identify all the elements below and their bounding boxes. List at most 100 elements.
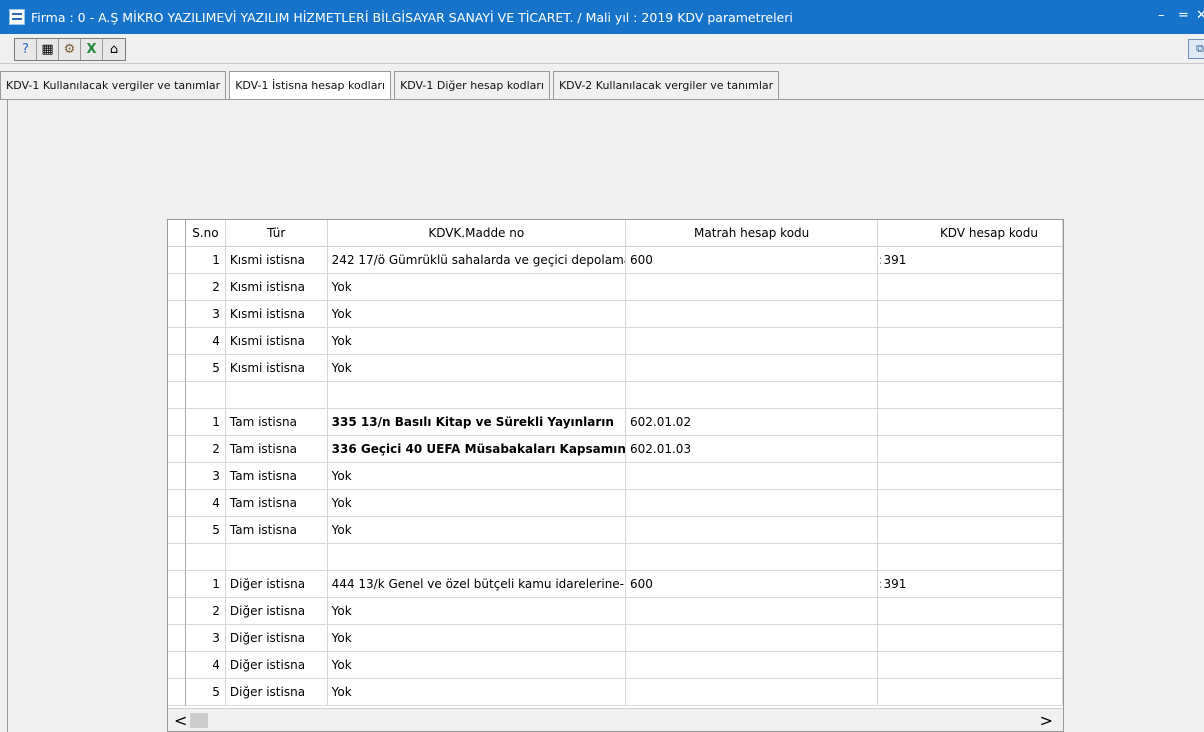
cell-kdvk[interactable] [327,544,626,571]
col-header-kdvk[interactable]: KDVK.Madde no [327,220,626,247]
cell-matrah[interactable] [626,490,879,517]
cell-sno[interactable]: 2 [185,436,226,463]
horizontal-scrollbar[interactable]: < > [168,708,1063,731]
table-row[interactable]: 4 Tam istisna Yok [168,490,1063,517]
cell-kdv[interactable]: :391 [878,247,1063,274]
cell-kdv[interactable] [878,625,1063,652]
cell-kdv[interactable] [878,301,1063,328]
cell-kdvk[interactable]: Yok [327,625,626,652]
cell-kdv[interactable] [878,463,1063,490]
scroll-right-icon[interactable]: > [1040,711,1053,730]
cell-matrah[interactable] [626,301,879,328]
maximize-button[interactable]: = [1178,9,1189,23]
cell-kdv[interactable] [878,409,1063,436]
cell-matrah[interactable]: 600 [626,247,879,274]
cell-sno[interactable]: 2 [185,274,226,301]
table-row[interactable]: 3 Diğer istisna Yok [168,625,1063,652]
cell-kdv[interactable]: :391 [878,571,1063,598]
cell-sno[interactable]: 5 [185,355,226,382]
table-row[interactable]: 5 Tam istisna Yok [168,517,1063,544]
cell-matrah[interactable] [626,652,879,679]
cell-sno[interactable]: 3 [185,463,226,490]
cell-kdv[interactable] [878,490,1063,517]
user-icon[interactable]: ⚙ [59,39,81,60]
table-row[interactable]: 5 Diğer istisna Yok [168,679,1063,706]
table-row[interactable]: 1 Diğer istisna 444 13/k Genel ve özel büt… [168,571,1063,598]
table-row[interactable]: 3 Kısmi istisna Yok [168,301,1063,328]
cell-sno[interactable]: 2 [185,598,226,625]
close-button[interactable]: ✕ [1196,9,1204,23]
col-header-matrah[interactable]: Matrah hesap kodu [625,220,879,247]
table-row[interactable]: 2 Diğer istisna Yok [168,598,1063,625]
table-row[interactable]: 1 Tam istisna 335 13/n Basılı Kitap ve Sür… [168,409,1063,436]
cell-sno[interactable]: 3 [185,625,226,652]
minimize-button[interactable]: – [1158,9,1165,23]
cell-matrah[interactable] [626,544,879,571]
table-row[interactable]: 5 Kısmi istisna Yok [168,355,1063,382]
window-switch-icon[interactable]: ⧉ [1188,39,1204,59]
cell-sno[interactable] [185,382,226,409]
cell-kdv[interactable] [878,382,1063,409]
istisna-grid[interactable]: S.no Tür KDVK.Madde no Matrah hesap kodu… [167,219,1064,732]
cell-tur[interactable] [225,382,328,409]
cell-sno[interactable]: 1 [185,409,226,436]
cell-matrah[interactable] [626,679,879,706]
cell-kdvk[interactable]: Yok [327,328,626,355]
tab-kdv1-vergiler[interactable]: KDV-1 Kullanılacak vergiler ve tanımlar [0,71,227,100]
scroll-left-icon[interactable]: < [174,711,187,730]
cell-kdv[interactable] [878,544,1063,571]
cell-tur[interactable]: Kısmi istisna [225,274,328,301]
cell-kdvk[interactable]: Yok [327,652,626,679]
cell-sno[interactable]: 4 [185,652,226,679]
table-row[interactable]: 1 Kısmi istisna 242 17/ö Gümrüklü sahalard… [168,247,1063,274]
cell-kdvk[interactable] [327,382,626,409]
cell-kdvk[interactable]: Yok [327,274,626,301]
cell-tur[interactable]: Kısmi istisna [225,247,328,274]
table-row[interactable]: 4 Diğer istisna Yok [168,652,1063,679]
cell-kdv[interactable] [878,274,1063,301]
col-header-sno[interactable]: S.no [185,220,226,247]
cell-tur[interactable]: Tam istisna [225,436,328,463]
cell-matrah[interactable]: 600 [626,571,879,598]
cell-kdvk[interactable]: 444 13/k Genel ve özel bütçeli kamu idar… [327,571,626,598]
cell-sno[interactable] [185,544,226,571]
tab-kdv1-diger[interactable]: KDV-1 Diğer hesap kodları [394,71,550,100]
cell-kdvk[interactable]: Yok [327,490,626,517]
cell-kdv[interactable] [878,679,1063,706]
cell-kdvk[interactable]: 335 13/n Basılı Kitap ve Sürekli Yayınla… [327,409,626,436]
cell-tur[interactable]: Kısmi istisna [225,328,328,355]
cell-kdv[interactable] [878,517,1063,544]
table-row[interactable]: 2 Tam istisna 336 Geçici 40 UEFA Müsabakal… [168,436,1063,463]
cell-tur[interactable]: Tam istisna [225,490,328,517]
table-row[interactable]: 2 Kısmi istisna Yok [168,274,1063,301]
cell-kdv[interactable] [878,652,1063,679]
home-icon[interactable]: ⌂ [103,39,125,60]
cell-tur[interactable]: Diğer istisna [225,625,328,652]
cell-tur[interactable]: Diğer istisna [225,571,328,598]
cell-tur[interactable]: Diğer istisna [225,679,328,706]
cell-sno[interactable]: 1 [185,571,226,598]
cell-matrah[interactable] [626,517,879,544]
cell-tur[interactable]: Diğer istisna [225,598,328,625]
cell-kdv[interactable] [878,355,1063,382]
cell-matrah[interactable] [626,625,879,652]
cell-tur[interactable] [225,544,328,571]
cell-matrah[interactable] [626,328,879,355]
cell-kdvk[interactable]: Yok [327,679,626,706]
tab-kdv2-vergiler[interactable]: KDV-2 Kullanılacak vergiler ve tanımlar [552,71,780,100]
cell-tur[interactable]: Tam istisna [225,409,328,436]
cell-matrah[interactable]: 602.01.02 [626,409,879,436]
tab-kdv1-istisna[interactable]: KDV-1 İstisna hesap kodları [229,71,392,100]
cell-sno[interactable]: 4 [185,328,226,355]
cell-sno[interactable]: 5 [185,679,226,706]
cell-sno[interactable]: 4 [185,490,226,517]
cell-matrah[interactable] [626,274,879,301]
cell-tur[interactable]: Tam istisna [225,517,328,544]
cell-matrah[interactable] [626,382,879,409]
cell-sno[interactable]: 5 [185,517,226,544]
cell-kdvk[interactable]: 242 17/ö Gümrüklü sahalarda ve geçici de… [327,247,626,274]
cell-tur[interactable]: Kısmi istisna [225,355,328,382]
cell-kdv[interactable] [878,436,1063,463]
cell-kdvk[interactable]: Yok [327,463,626,490]
cell-tur[interactable]: Tam istisna [225,463,328,490]
